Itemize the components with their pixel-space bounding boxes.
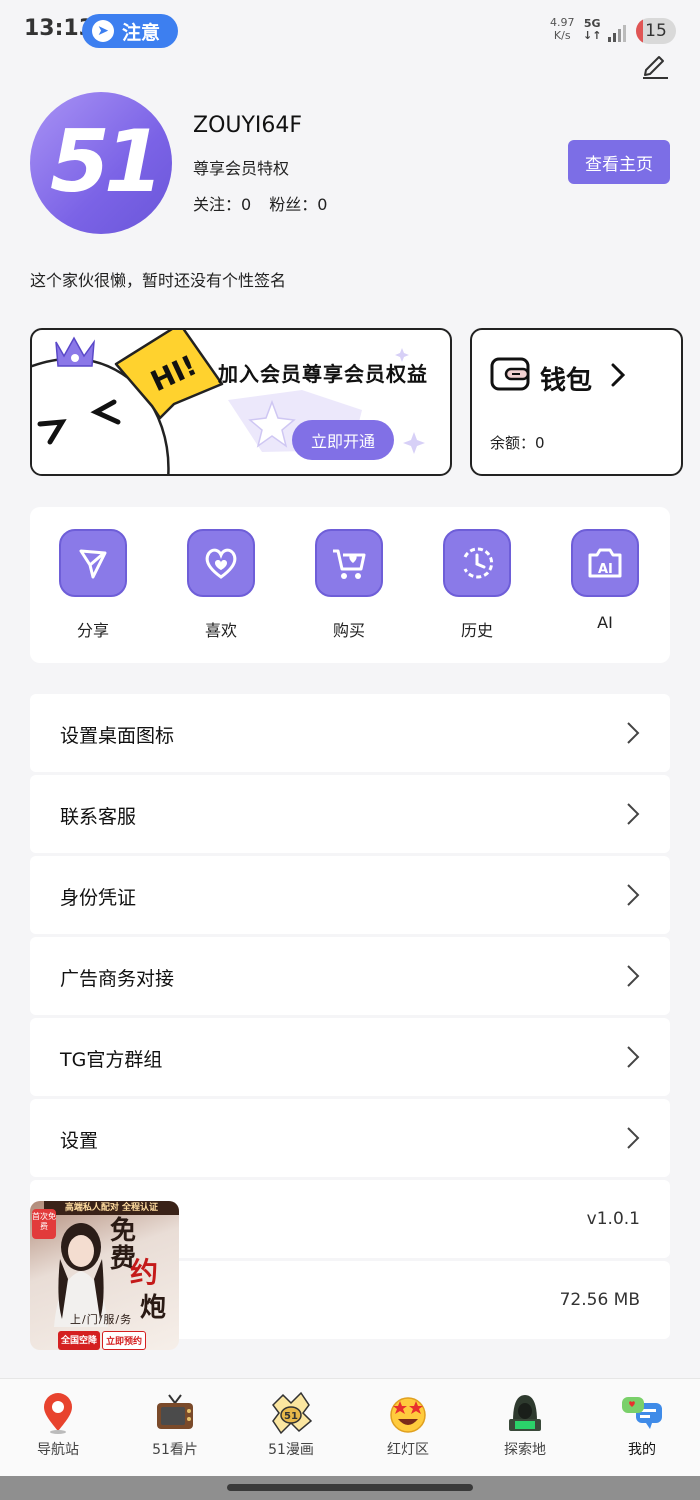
nav-label: 51漫画: [268, 1442, 314, 1458]
chevron-right-icon: [627, 722, 640, 744]
fans-stat[interactable]: 粉丝：0: [269, 191, 327, 215]
nav-label: 导航站: [37, 1442, 79, 1458]
menu-label: 设置: [60, 1130, 99, 1152]
ad-headline-3: 炮: [140, 1293, 167, 1323]
comic-icon: 51: [272, 1391, 313, 1435]
menu-tg-group[interactable]: TG官方群组: [30, 1018, 670, 1096]
signature-text: 这个家伙很懒，暂时还没有个性签名: [30, 271, 287, 290]
menu-label: 身份凭证: [60, 887, 137, 909]
quick-action-share[interactable]: 分享: [48, 529, 138, 641]
heart-icon: [205, 548, 237, 579]
svg-text:AI: AI: [598, 562, 613, 577]
battery-indicator: 15: [636, 18, 676, 44]
open-vip-button[interactable]: 立即开通: [292, 420, 394, 460]
nav-label: 探索地: [504, 1442, 546, 1458]
nav-item-explore[interactable]: 探索地: [475, 1391, 575, 1459]
wallet-icon: [490, 357, 530, 391]
nav-item-51-videos[interactable]: 51看片: [125, 1391, 225, 1459]
quick-action-label: AI: [597, 613, 613, 632]
view-homepage-button[interactable]: 查看主页: [568, 140, 670, 184]
share-icon: [79, 549, 107, 579]
ad-button-1[interactable]: 全国空降: [58, 1331, 101, 1350]
chat-bubbles-icon: [622, 1397, 662, 1429]
svg-text:51: 51: [284, 1411, 298, 1422]
vip-privilege-text: 尊享会员特权: [193, 159, 290, 178]
ai-camera-icon: AI: [588, 548, 622, 578]
star-eyes-emoji-icon: [390, 1397, 426, 1433]
quick-action-ai[interactable]: AI AI: [560, 529, 650, 632]
nav-item-mine[interactable]: 我的: [592, 1391, 692, 1459]
menu-label: 联系客服: [60, 806, 137, 828]
username: ZOUYI64F: [193, 113, 303, 138]
quick-action-like[interactable]: 喜欢: [176, 529, 266, 641]
cache-size-value: 72.56 MB: [559, 1290, 640, 1310]
menu-contact-support[interactable]: 联系客服: [30, 775, 670, 853]
vip-banner[interactable]: HI! 加入会员尊享会员权益 立即开通: [30, 328, 452, 476]
follow-stats: 关注：0 粉丝：0: [193, 191, 327, 215]
chevron-right-icon: [627, 884, 640, 906]
hacker-icon: [509, 1395, 541, 1431]
avatar[interactable]: 51: [30, 92, 172, 234]
menu-ad-business[interactable]: 广告商务对接: [30, 937, 670, 1015]
following-stat[interactable]: 关注：0: [193, 191, 251, 215]
chevron-right-icon: [627, 803, 640, 825]
net-speed-value: 4.97: [550, 16, 575, 29]
menu-identity-credential[interactable]: 身份凭证: [30, 856, 670, 934]
home-indicator[interactable]: [227, 1484, 473, 1491]
ad-button-2[interactable]: 立即预约: [102, 1331, 147, 1350]
ad-top-text: 高端私人配对 全程认证: [44, 1201, 179, 1215]
menu-set-desktop-icon[interactable]: 设置桌面图标: [30, 694, 670, 772]
status-bar: 13:13 ➤ 注意 4.97 K/s 5G ↓↑ 15: [0, 0, 700, 62]
quick-action-label: 喜欢: [204, 621, 237, 640]
quick-action-label: 分享: [76, 621, 109, 640]
net-speed-unit: K/s: [553, 29, 571, 42]
network-type: 5G ↓↑: [583, 18, 601, 42]
nav-label: 51看片: [152, 1442, 198, 1458]
menu-label: 广告商务对接: [60, 968, 175, 990]
chevron-right-icon: [627, 1127, 640, 1149]
data-arrows-icon: ↓↑: [583, 29, 602, 42]
vip-banner-illustration: HI!: [32, 330, 425, 474]
quick-action-label: 购买: [332, 621, 365, 640]
wallet-card[interactable]: 钱包 余额：0: [470, 328, 683, 476]
nav-label: 我的: [628, 1442, 656, 1458]
cart-icon: [333, 549, 366, 579]
bottom-nav: 导航站 51看片 51 51漫画 红灯区 探索地 我的: [0, 1378, 700, 1476]
chevron-right-icon: [611, 363, 626, 387]
menu-label: TG官方群组: [60, 1049, 163, 1071]
nav-label: 红灯区: [387, 1442, 429, 1458]
floating-ad[interactable]: 高端私人配对 全程认证 首次免费 免费 约 炮 上/门/服/务 全国空降 立即预…: [30, 1201, 179, 1350]
menu-label: 设置桌面图标: [60, 725, 175, 747]
chevron-right-icon: [627, 1046, 640, 1068]
battery-level: 15: [645, 21, 667, 41]
network-speed: 4.97 K/s: [550, 16, 575, 42]
tv-icon: [157, 1394, 193, 1429]
edit-icon[interactable]: [640, 50, 670, 80]
ad-buttons: 全国空降 立即预约: [58, 1331, 147, 1350]
notice-label: 注意: [122, 21, 161, 44]
quick-actions: 分享 喜欢 购买 历史 AI AI: [30, 507, 670, 663]
wallet-balance: 余额：0: [490, 434, 545, 452]
ad-subtext: 上/门/服/务: [70, 1313, 133, 1326]
vip-banner-title: 加入会员尊享会员权益: [218, 362, 428, 386]
ad-badge: 首次免费: [32, 1209, 56, 1239]
signal-icon: [608, 25, 626, 42]
ad-headline-2: 约: [130, 1256, 159, 1289]
nav-item-navigation[interactable]: 导航站: [8, 1391, 108, 1459]
notice-pill[interactable]: ➤ 注意: [82, 14, 178, 48]
history-icon: [463, 547, 494, 579]
wallet-label: 钱包: [540, 366, 593, 396]
avatar-logo-text: 51: [50, 112, 164, 212]
version-value: v1.0.1: [586, 1209, 640, 1229]
quick-action-label: 历史: [460, 621, 493, 640]
rocket-icon: ➤: [92, 20, 114, 42]
quick-action-history[interactable]: 历史: [432, 529, 522, 641]
quick-action-buy[interactable]: 购买: [304, 529, 394, 641]
nav-item-red-light[interactable]: 红灯区: [358, 1391, 458, 1459]
chevron-right-icon: [627, 965, 640, 987]
location-pin-icon: [44, 1393, 72, 1434]
menu-settings[interactable]: 设置: [30, 1099, 670, 1177]
nav-item-51-comics[interactable]: 51 51漫画: [241, 1391, 341, 1459]
